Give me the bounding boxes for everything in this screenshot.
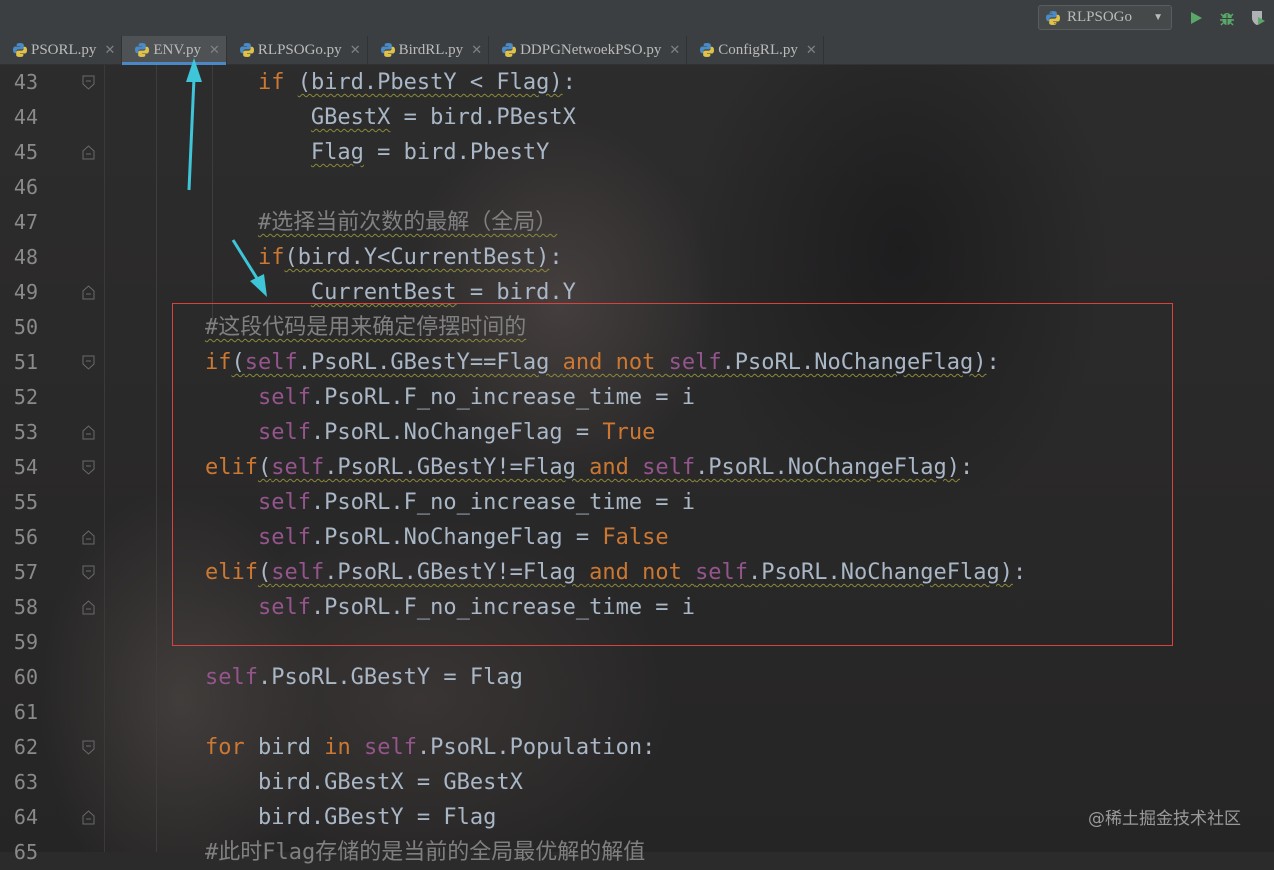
annotation-arrows xyxy=(186,58,267,297)
arrow-down-icon xyxy=(231,239,267,297)
arrow-up-icon xyxy=(186,58,202,191)
watermark: @稀土掘金技术社区 xyxy=(1088,809,1241,829)
